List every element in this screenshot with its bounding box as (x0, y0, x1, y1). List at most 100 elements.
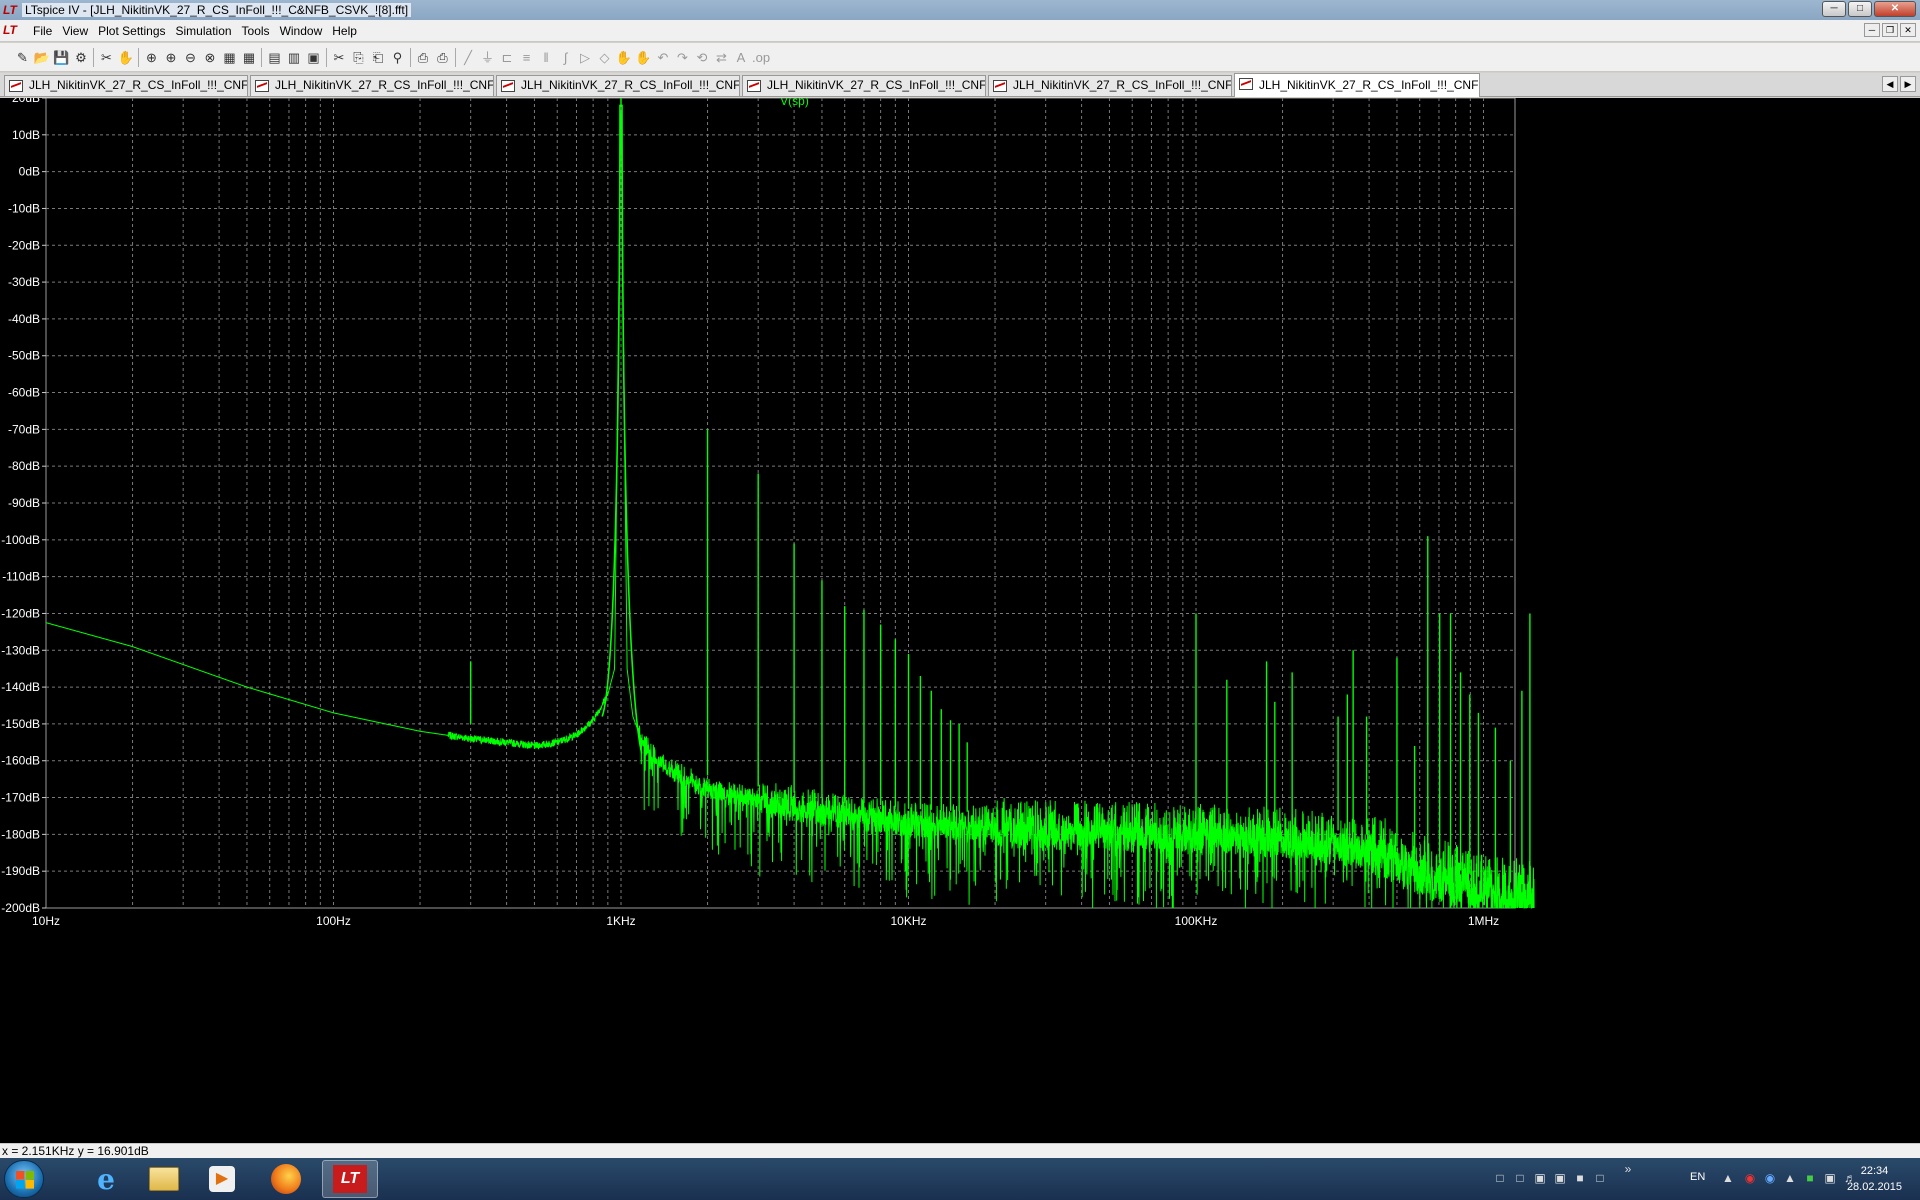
display-icon[interactable]: ▣ (1822, 1171, 1838, 1187)
mdi-close-button[interactable]: ✕ (1900, 23, 1916, 37)
run-icon[interactable]: ✂ (98, 49, 115, 66)
menu-tools[interactable]: Tools (237, 24, 275, 38)
language-indicator[interactable]: EN (1690, 1171, 1705, 1183)
explorer-icon[interactable]: ▣ (1552, 1171, 1568, 1187)
y-tick-label: -110dB (2, 570, 40, 584)
pick-visible-icon[interactable]: ▦ (241, 49, 258, 66)
file-explorer-icon (149, 1167, 179, 1191)
halt-icon[interactable]: ✋ (118, 49, 135, 66)
chevron-right-icon[interactable]: » (1620, 1162, 1636, 1178)
zoom-out-icon[interactable]: ⊖ (182, 49, 199, 66)
minimize-button[interactable]: ─ (1822, 1, 1846, 17)
mdi-restore-button[interactable]: ❐ (1882, 23, 1898, 37)
y-tick-label: -180dB (1, 827, 40, 841)
wire-icon[interactable]: ╱ (460, 49, 477, 66)
window-title: LTspice IV - [JLH_NikitinVK_27_R_CS_InFo… (22, 3, 412, 17)
menu-view[interactable]: View (57, 24, 93, 38)
component-icon[interactable]: ◇ (596, 49, 613, 66)
text-icon[interactable]: A (733, 49, 750, 66)
capacitor-icon[interactable]: ‖ (538, 49, 555, 66)
autorange-icon[interactable]: ▦ (221, 49, 238, 66)
menu-simulation[interactable]: Simulation (171, 24, 237, 38)
copy-icon[interactable]: ⎘ (350, 49, 367, 66)
new-schematic-icon[interactable]: ✎ (14, 49, 31, 66)
rotate-icon[interactable]: ⟲ (694, 49, 711, 66)
ground-icon[interactable]: ⏚ (479, 49, 496, 66)
menu-file[interactable]: File (28, 24, 57, 38)
x-tick-label: 1KHz (606, 914, 635, 928)
tab-scroll-left-button[interactable]: ◀ (1882, 76, 1898, 92)
redo-icon[interactable]: ↷ (674, 49, 691, 66)
taskbar-internet-explorer[interactable]: e (78, 1160, 134, 1198)
save-icon[interactable]: 💾 (53, 49, 70, 66)
paste-icon[interactable]: ⎗ (370, 49, 387, 66)
toolbar: ✎ 📂 💾 ⚙ ✂ ✋ ⊕ ⊕ ⊖ ⊗ ▦ ▦ ▤ ▥ ▣ ✂ ⎘ ⎗ ⚲ ⎙ ⎙ ╱ ⏚ ⊏ ≡ ‖ ∫ ▷ ◇ ✋ ✋ ↶ ↷ ⟲ ⇄ A .op (0, 43, 1920, 72)
taskbar-media-player[interactable]: ▶ (194, 1160, 250, 1198)
zoom-cancel-icon[interactable]: ⊗ (202, 49, 219, 66)
y-tick-label: -190dB (1, 864, 40, 878)
waveform-icon (993, 80, 1007, 92)
tab-fft-4[interactable]: JLH_NikitinVK_27_R_CS_InFoll_!!!_CNFB_CS… (250, 75, 494, 96)
y-tick-label: -40dB (8, 312, 40, 326)
clock[interactable]: 22:34 28.02.2015 (1847, 1163, 1902, 1195)
print-icon[interactable]: ⎙ (434, 49, 451, 66)
status-icon[interactable]: ■ (1802, 1171, 1818, 1187)
antivirus-icon[interactable]: ◉ (1742, 1171, 1758, 1187)
spice-directive-icon[interactable]: .op (752, 49, 770, 66)
tab-fft-3[interactable]: JLH_NikitinVK_27_R_CS_InFoll_!!!_CNFB_CS… (4, 75, 248, 96)
tile-horizontal-icon[interactable]: ▤ (266, 49, 283, 66)
drag-icon[interactable]: ✋ (635, 49, 652, 66)
mdi-minimize-button[interactable]: ─ (1864, 23, 1880, 37)
window-icon[interactable]: □ (1592, 1171, 1608, 1187)
tab-scroll-right-button[interactable]: ▶ (1900, 76, 1916, 92)
tab-fft-5[interactable]: JLH_NikitinVK_27_R_CS_InFoll_!!!_CNFB_CS… (496, 75, 740, 96)
menu-bar: LT File View Plot Settings Simulation To… (0, 20, 1920, 42)
maximize-icon: □ (1856, 3, 1864, 14)
waveform-icon (255, 80, 269, 92)
tile-vertical-icon[interactable]: ▥ (286, 49, 303, 66)
taskbar-firefox[interactable] (258, 1160, 314, 1198)
y-tick-label: -170dB (1, 791, 40, 805)
zoom-in-icon[interactable]: ⊕ (143, 49, 160, 66)
folder-icon[interactable]: □ (1492, 1171, 1508, 1187)
control-panel-icon[interactable]: ⚙ (73, 49, 90, 66)
shield-icon[interactable]: ▲ (1782, 1171, 1798, 1187)
x-tick-label: 10Hz (32, 914, 60, 928)
maximize-button[interactable]: □ (1848, 1, 1872, 17)
mirror-icon[interactable]: ⇄ (713, 49, 730, 66)
resistor-icon[interactable]: ≡ (518, 49, 535, 66)
move-icon[interactable]: ✋ (616, 49, 633, 66)
tab-fft-8[interactable]: JLH_NikitinVK_27_R_CS_InFoll_!!!_CNFB_CS… (1234, 73, 1480, 97)
waveform-viewer[interactable]: 20dB 10dB 0dB -10dB -20dB -30dB -40dB -50dB -60d… (0, 98, 1920, 1143)
document-icon[interactable]: □ (1512, 1171, 1528, 1187)
fft-plot[interactable]: 20dB 10dB 0dB -10dB -20dB -30dB -40dB -50dB -60d… (0, 98, 1920, 1143)
toolbar-separator (93, 48, 94, 67)
y-tick-label: -80dB (8, 459, 40, 473)
taskbar-file-explorer[interactable] (136, 1160, 192, 1198)
waveform-icon (747, 80, 761, 92)
network-drive-icon[interactable]: ▣ (1532, 1171, 1548, 1187)
open-icon[interactable]: 📂 (34, 49, 51, 66)
print-preview-icon[interactable]: ⎙ (415, 49, 432, 66)
cut-icon[interactable]: ✂ (331, 49, 348, 66)
cascade-icon[interactable]: ▣ (305, 49, 322, 66)
close-button[interactable]: ✕ (1874, 1, 1916, 17)
undo-icon[interactable]: ↶ (655, 49, 672, 66)
tab-fft-6[interactable]: JLH_NikitinVK_27_R_CS_InFoll_!!!_CNFB_CS… (742, 75, 986, 96)
inductor-icon[interactable]: ∫ (557, 49, 574, 66)
start-button[interactable] (4, 1160, 44, 1198)
label-icon[interactable]: ⊏ (499, 49, 516, 66)
zoom-pan-icon[interactable]: ⊕ (163, 49, 180, 66)
diode-icon[interactable]: ▷ (577, 49, 594, 66)
network-icon[interactable]: ◉ (1762, 1171, 1778, 1187)
menu-help[interactable]: Help (327, 24, 362, 38)
tab-fft-7[interactable]: JLH_NikitinVK_27_R_CS_InFoll_!!!_CNFB_CS… (988, 75, 1232, 96)
find-icon[interactable]: ⚲ (389, 49, 406, 66)
show-hidden-icons[interactable]: ▲ (1720, 1171, 1736, 1187)
taskbar-ltspice[interactable]: LT (322, 1160, 378, 1198)
menu-window[interactable]: Window (275, 24, 328, 38)
trace-label: V(sp) (780, 98, 809, 108)
monitor-icon[interactable]: ■ (1572, 1171, 1588, 1187)
menu-plot-settings[interactable]: Plot Settings (93, 24, 170, 38)
status-bar: x = 2.151KHz y = 16.901dB (0, 1143, 1920, 1158)
